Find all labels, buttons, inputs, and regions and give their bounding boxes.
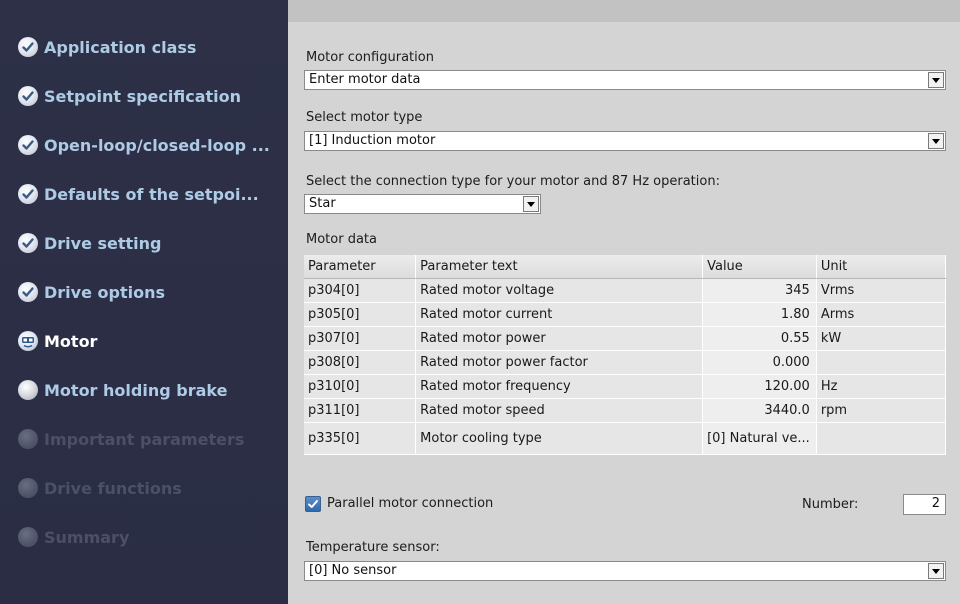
temp-sensor-label: Temperature sensor: <box>306 540 440 555</box>
number-input[interactable]: 2 <box>903 494 946 515</box>
circle-icon <box>18 478 38 498</box>
check-icon <box>18 282 38 302</box>
check-icon <box>308 500 318 508</box>
motor-type-value: [1] Induction motor <box>309 133 436 148</box>
param-text-cell: Rated motor speed <box>415 398 704 423</box>
motor-data-label: Motor data <box>306 232 377 247</box>
number-label: Number: <box>802 497 859 512</box>
circle-icon <box>18 527 38 547</box>
unit-cell: Hz <box>816 374 947 399</box>
check-icon <box>18 233 38 253</box>
circle-icon <box>18 429 38 449</box>
table-row[interactable]: p311[0] Rated motor speed 3440.0 rpm <box>304 398 947 423</box>
col-unit[interactable]: Unit <box>816 255 947 279</box>
check-icon <box>18 184 38 204</box>
motor-type-select[interactable]: [1] Induction motor <box>304 131 946 151</box>
param-cell: p310[0] <box>304 374 417 399</box>
connection-label: Select the connection type for your moto… <box>306 174 720 189</box>
chevron-down-icon[interactable] <box>928 72 944 88</box>
nav-application-class[interactable]: Application class <box>18 35 196 59</box>
table-row[interactable]: p308[0] Rated motor power factor 0.000 <box>304 350 947 375</box>
table-row[interactable]: p304[0] Rated motor voltage 345 Vrms <box>304 278 947 303</box>
nav-label: Drive setting <box>44 233 162 253</box>
table-row[interactable]: p305[0] Rated motor current 1.80 Arms <box>304 302 947 327</box>
param-cell: p307[0] <box>304 326 417 351</box>
motor-config-select[interactable]: Enter motor data <box>304 70 946 90</box>
value-cell[interactable]: 0.000 <box>702 350 817 375</box>
value-cell[interactable]: 120.00 <box>702 374 817 399</box>
parallel-motor-label: Parallel motor connection <box>327 496 494 511</box>
chevron-down-icon[interactable] <box>928 133 944 149</box>
nav-drive-options[interactable]: Drive options <box>18 280 165 304</box>
unit-cell <box>816 350 947 375</box>
param-text-cell: Rated motor power factor <box>415 350 704 375</box>
check-icon <box>18 135 38 155</box>
chevron-down-icon[interactable] <box>928 563 944 579</box>
nav-summary: Summary <box>18 525 129 549</box>
chevron-down-icon[interactable] <box>523 196 539 212</box>
value-cell[interactable]: 345 <box>702 278 817 303</box>
nav-label: Motor <box>44 331 98 351</box>
param-cell: p311[0] <box>304 398 417 423</box>
unit-cell: Vrms <box>816 278 947 303</box>
value-cell[interactable]: 0.55 <box>702 326 817 351</box>
parallel-motor-checkbox[interactable] <box>305 496 321 512</box>
nav-important-parameters: Important parameters <box>18 427 244 451</box>
motor-config-value: Enter motor data <box>309 72 421 87</box>
param-cell: p308[0] <box>304 350 417 375</box>
motor-config-label: Motor configuration <box>306 50 434 65</box>
nav-label: Motor holding brake <box>44 380 228 400</box>
motor-type-label: Select motor type <box>306 110 423 125</box>
nav-motor-holding-brake[interactable]: Motor holding brake <box>18 378 227 402</box>
unit-cell: Arms <box>816 302 947 327</box>
table-row[interactable]: p307[0] Rated motor power 0.55 kW <box>304 326 947 351</box>
nav-label: Setpoint specification <box>44 86 242 106</box>
connection-value: Star <box>309 196 336 211</box>
param-text-cell: Rated motor power <box>415 326 704 351</box>
temp-sensor-value: [0] No sensor <box>309 563 397 578</box>
value-cell[interactable]: 3440.0 <box>702 398 817 423</box>
check-icon <box>18 86 38 106</box>
unit-cell: rpm <box>816 398 947 423</box>
nav-label: Important parameters <box>44 429 245 449</box>
table-header: Parameter Parameter text Value Unit <box>304 255 947 279</box>
col-parameter-text[interactable]: Parameter text <box>415 255 704 279</box>
param-cell: p304[0] <box>304 278 417 303</box>
motor-panel: Motor configuration Enter motor data Sel… <box>288 22 960 604</box>
unit-cell <box>816 422 947 455</box>
value-cell[interactable]: [0] Natural ve... <box>702 422 817 455</box>
wizard-sidebar: Application class Setpoint specification… <box>0 0 288 604</box>
table-row[interactable]: p310[0] Rated motor frequency 120.00 Hz <box>304 374 947 399</box>
check-icon <box>18 37 38 57</box>
nav-label: Defaults of the setpoi... <box>44 184 259 204</box>
nav-label: Drive functions <box>44 478 182 498</box>
col-value[interactable]: Value <box>702 255 817 279</box>
nav-drive-setting[interactable]: Drive setting <box>18 231 162 255</box>
nav-defaults-setpoint[interactable]: Defaults of the setpoi... <box>18 182 259 206</box>
nav-motor[interactable]: Motor <box>18 329 97 353</box>
top-band <box>288 0 960 22</box>
param-text-cell: Motor cooling type <box>415 422 704 455</box>
motor-face-icon <box>18 331 38 351</box>
unit-cell: kW <box>816 326 947 351</box>
nav-open-closed-loop[interactable]: Open-loop/closed-loop ... <box>18 133 270 157</box>
circle-icon <box>18 380 38 400</box>
value-cell[interactable]: 1.80 <box>702 302 817 327</box>
param-text-cell: Rated motor current <box>415 302 704 327</box>
param-cell: p335[0] <box>304 422 417 455</box>
nav-drive-functions: Drive functions <box>18 476 182 500</box>
table-row[interactable]: p335[0] Motor cooling type [0] Natural v… <box>304 422 947 455</box>
connection-select[interactable]: Star <box>304 194 541 214</box>
motor-data-table: Parameter Parameter text Value Unit p304… <box>304 255 947 455</box>
param-text-cell: Rated motor frequency <box>415 374 704 399</box>
param-cell: p305[0] <box>304 302 417 327</box>
nav-label: Drive options <box>44 282 165 302</box>
param-text-cell: Rated motor voltage <box>415 278 704 303</box>
temp-sensor-select[interactable]: [0] No sensor <box>304 561 946 581</box>
nav-setpoint-specification[interactable]: Setpoint specification <box>18 84 241 108</box>
nav-label: Application class <box>44 37 197 57</box>
nav-label: Summary <box>44 527 130 547</box>
col-parameter[interactable]: Parameter <box>304 255 417 279</box>
nav-label: Open-loop/closed-loop ... <box>44 135 270 155</box>
